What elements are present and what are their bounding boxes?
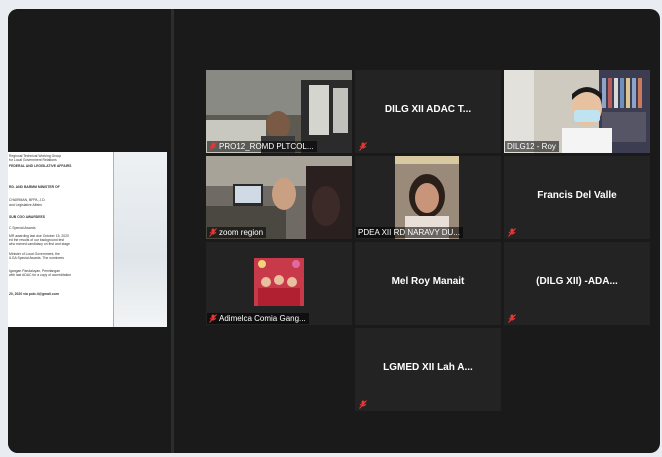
document-margin-rule [113,152,114,327]
doc-line: ILGA Special Awards. The nominees [9,256,64,260]
doc-line: FEDERAL AND LEGISLATIVE AFFAIRS [9,164,72,168]
participant-name: Adimelca Comia Gang... [219,314,306,323]
participant-name-label: zoom region [207,227,267,238]
participant-name: PDEA XII RD NARAVY DU... [358,228,460,237]
doc-line: and Legislative Affairs [9,203,42,207]
participant-tile[interactable]: PDEA XII RD NARAVY DU... [355,156,501,239]
muted-mic-icon [209,228,217,237]
muted-mic-icon [209,142,217,151]
participant-name: (DILG XII) -ADA... [536,276,618,287]
participant-tile[interactable]: Adimelca Comia Gang... [206,242,352,325]
doc-line: CHAIRMAN, BFPA, J.D. [9,198,46,202]
doc-line: C Special Awards [9,226,36,230]
doc-line: RD. AND BARMM MINISTER OF [9,185,60,189]
doc-line: SUB CGO AWARDEES [9,215,46,219]
shared-screen-panel[interactable]: Regional Technical Working Group for Loc… [8,9,171,453]
participant-name-label: PRO12_ROMD PLTCOL... [207,141,317,152]
doc-line: for Local Government Relations [9,158,57,162]
participant-tile[interactable]: Mel Roy Manait [355,242,501,325]
participant-name: Francis Del Valle [537,190,617,201]
muted-mic-icon [209,314,217,323]
muted-mic-icon [508,228,516,237]
participant-name-label: Adimelca Comia Gang... [207,313,309,324]
shared-document[interactable]: Regional Technical Working Group for Loc… [8,152,167,327]
participant-tile[interactable]: zoom region [206,156,352,239]
participant-name: LGMED XII Lah A... [383,362,473,373]
document-background [113,152,167,327]
participant-name-label: DILG12 - Roy [505,141,559,152]
doc-line: with last ADAC for a copy of accreditati… [9,273,72,277]
doc-line: who earned candidacy on first and stage [9,242,70,246]
participant-tile[interactable]: PRO12_ROMD PLTCOL... [206,70,352,153]
participant-name: DILG XII ADAC T... [384,104,472,115]
participant-name: PRO12_ROMD PLTCOL... [219,142,314,151]
muted-mic-icon [359,400,367,409]
panel-splitter[interactable] [171,9,174,453]
participant-tile[interactable]: LGMED XII Lah A... [355,328,501,411]
participant-name: DILG12 - Roy [507,142,556,151]
participant-tile[interactable]: Francis Del Valle [504,156,650,239]
active-speaker-tile[interactable]: DILG12 - Roy [504,70,650,153]
doc-line: 20, 2020 via potc.ii@gmail.com [9,292,59,296]
participant-name: Mel Roy Manait [391,276,465,287]
document-page: Regional Technical Working Group for Loc… [8,152,113,327]
meeting-window: Regional Technical Working Group for Loc… [8,9,660,453]
muted-mic-icon [508,314,516,323]
muted-mic-icon [359,142,367,151]
participant-tile[interactable]: DILG XII ADAC T... [355,70,501,153]
participant-tile[interactable]: (DILG XII) -ADA... [504,242,650,325]
participant-name: zoom region [219,228,264,237]
participant-name-label: PDEA XII RD NARAVY DU... [356,227,463,238]
